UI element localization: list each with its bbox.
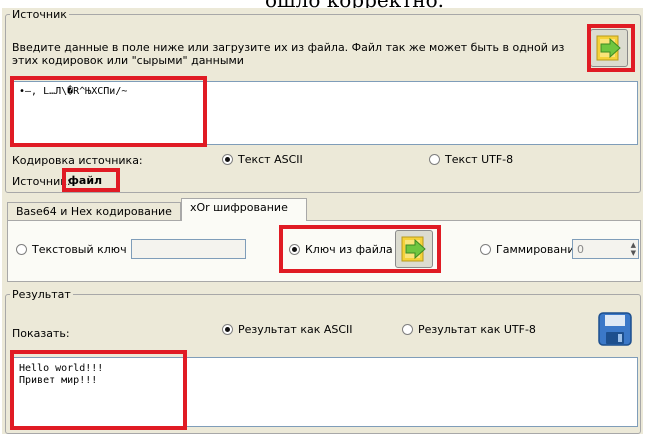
source-input-field[interactable]: •–, L…Л\�R^ЊXСПи/~	[12, 81, 638, 145]
gamma-spinner[interactable]: 0 ▲ ▼	[572, 239, 639, 259]
radio-dot	[222, 324, 233, 335]
document-caption-fragment: ошло корректно.	[0, 0, 645, 8]
tab-xor[interactable]: xOr шифрование	[181, 198, 307, 221]
radio-text-key[interactable]: Текстовый ключ	[16, 243, 127, 256]
radio-dot	[429, 154, 440, 165]
save-result-button[interactable]	[596, 310, 634, 348]
radio-label: Результат как UTF-8	[418, 323, 536, 336]
floppy-disk-icon	[598, 312, 632, 346]
radio-dot	[289, 244, 300, 255]
load-source-file-button[interactable]	[590, 29, 628, 67]
source-description: Введите данные в поле ниже или загрузите…	[12, 41, 565, 67]
open-file-arrow-icon	[596, 35, 621, 61]
radio-label: Ключ из файла	[305, 243, 393, 256]
gamma-value: 0	[577, 243, 584, 256]
tab-base64-hex[interactable]: Base64 и Hex кодирование	[7, 202, 181, 220]
radio-result-utf8[interactable]: Результат как UTF-8	[402, 323, 536, 336]
source-value: файл	[68, 174, 103, 187]
radio-dot	[16, 244, 27, 255]
radio-dot	[402, 324, 413, 335]
app-window: Источник Введите данные в поле ниже или …	[2, 8, 643, 434]
load-key-file-button[interactable]	[395, 230, 433, 268]
text-key-input[interactable]	[131, 239, 246, 259]
spinner-arrows-icon[interactable]: ▲ ▼	[631, 241, 636, 257]
radio-label: Гаммирование	[496, 243, 582, 256]
open-file-arrow-icon	[401, 236, 426, 262]
source-label: Источник:	[12, 175, 71, 188]
result-legend: Результат	[12, 288, 71, 301]
output-line: Привет мир!!!	[19, 375, 98, 386]
radio-label: Результат как ASCII	[238, 323, 353, 336]
radio-dot	[480, 244, 491, 255]
caption-text: ошло корректно.	[265, 0, 444, 8]
radio-encoding-utf8[interactable]: Текст UTF-8	[429, 153, 513, 166]
show-label: Показать:	[12, 327, 70, 340]
radio-label: Текстовый ключ	[32, 243, 127, 256]
source-legend: Источник	[12, 8, 67, 21]
radio-gamma[interactable]: Гаммирование	[480, 243, 581, 256]
radio-result-ascii[interactable]: Результат как ASCII	[222, 323, 353, 336]
radio-file-key[interactable]: Ключ из файла	[289, 243, 393, 256]
result-output-field[interactable]: Hello world!!! Привет мир!!!	[12, 357, 638, 427]
radio-label: Текст UTF-8	[445, 153, 514, 166]
radio-encoding-ascii[interactable]: Текст ASCII	[222, 153, 303, 166]
radio-label: Текст ASCII	[238, 153, 303, 166]
output-line: Hello world!!!	[19, 363, 104, 374]
radio-dot	[222, 154, 233, 165]
encoding-label: Кодировка источника:	[12, 154, 143, 167]
